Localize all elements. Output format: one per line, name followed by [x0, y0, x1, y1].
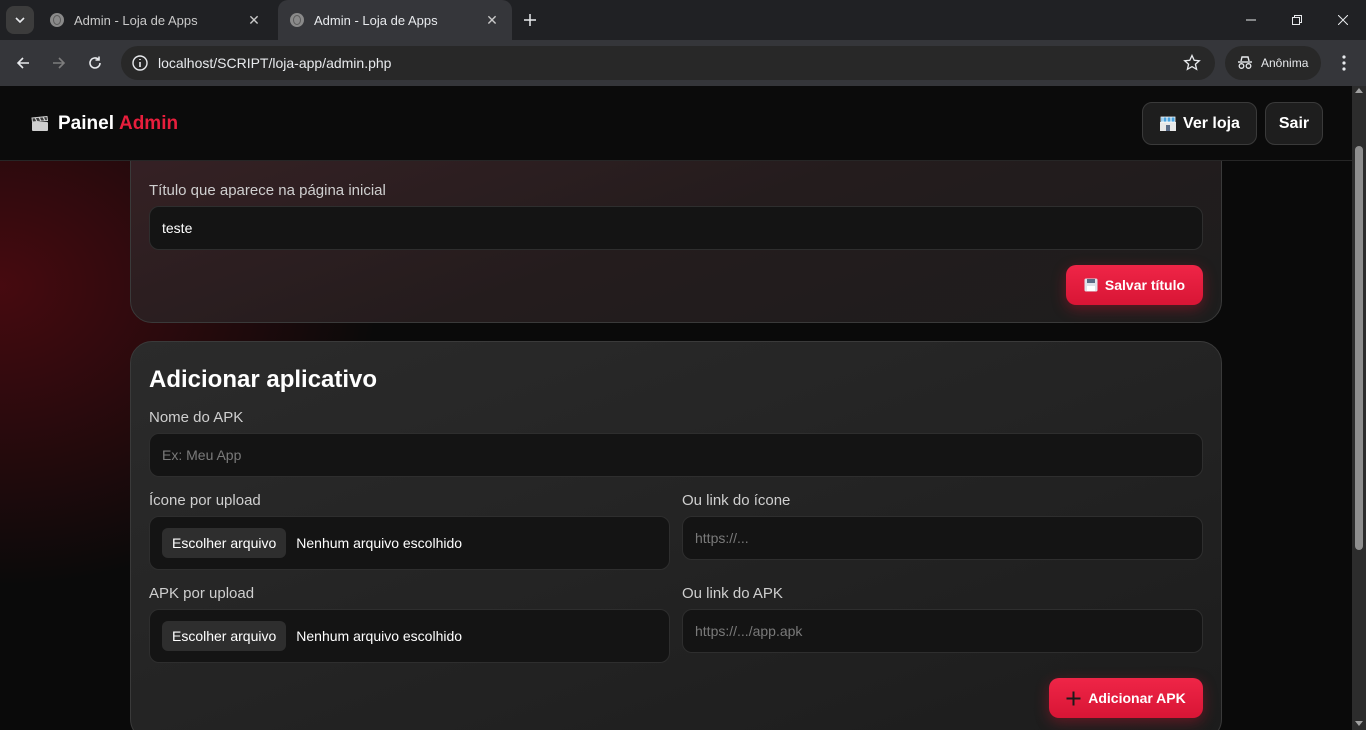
title-field-label: Título que aparece na página inicial [149, 182, 386, 199]
arrow-right-icon [53, 57, 66, 69]
homepage-title-input[interactable]: teste [149, 206, 1203, 250]
minimize-icon [1246, 19, 1256, 21]
page-scrollbar[interactable] [1352, 86, 1366, 730]
close-window-button[interactable] [1320, 0, 1366, 40]
reload-button[interactable] [81, 49, 109, 77]
new-tab-button[interactable] [518, 8, 542, 32]
tab-search-button[interactable] [6, 6, 34, 34]
plus-icon [524, 14, 536, 26]
icon-link-input[interactable]: https://... [682, 516, 1203, 560]
choose-apk-file-button[interactable]: Escolher arquivo [162, 621, 287, 651]
plus-icon [1066, 691, 1081, 705]
store-icon [1160, 116, 1177, 131]
view-store-label: Ver loja [1183, 114, 1240, 132]
clapperboard-icon [31, 116, 49, 131]
browser-toolbar: localhost/SCRIPT/loja-app/admin.php Anôn… [0, 40, 1366, 86]
add-app-card: Adicionar aplicativo Nome do APK Ex: Meu… [130, 341, 1222, 730]
incognito-label: Anônima [1261, 56, 1309, 70]
restore-button[interactable] [1274, 0, 1320, 40]
icon-file-input[interactable]: Escolher arquivo Nenhum arquivo escolhid… [149, 516, 670, 570]
tab-bar: Admin - Loja de Apps ✕ Admin - Loja de A… [0, 0, 1366, 40]
scroll-up-arrow-icon[interactable] [1355, 88, 1363, 93]
tab-admin-1[interactable]: Admin - Loja de Apps ✕ [38, 0, 274, 40]
apk-name-label: Nome do APK [149, 409, 244, 426]
save-title-label: Salvar título [1104, 277, 1186, 293]
apk-name-input[interactable]: Ex: Meu App [149, 433, 1203, 477]
globe-icon [50, 13, 64, 27]
incognito-icon [1238, 56, 1252, 69]
icon-link-label: Ou link do ícone [682, 492, 791, 509]
apk-file-status: Nenhum arquivo escolhido [296, 628, 463, 644]
brand-main-text: Painel [58, 113, 114, 134]
minimize-button[interactable] [1228, 0, 1274, 40]
brand-logo: Painel Admin [31, 113, 178, 135]
close-icon [1338, 15, 1348, 25]
admin-header: Painel Admin Ver loja Sair [0, 86, 1352, 161]
page-viewport: Título que aparece na página inicial tes… [0, 86, 1352, 730]
tab-title: Admin - Loja de Apps [314, 12, 438, 28]
restore-icon [1292, 15, 1302, 25]
apk-link-label: Ou link do APK [682, 585, 783, 602]
chevron-down-icon [15, 17, 25, 23]
back-button[interactable] [9, 49, 37, 77]
address-bar[interactable]: localhost/SCRIPT/loja-app/admin.php [121, 46, 1215, 80]
tab-admin-2[interactable]: Admin - Loja de Apps ✕ [278, 0, 512, 40]
tab-title: Admin - Loja de Apps [74, 12, 198, 28]
globe-icon [290, 13, 304, 27]
icon-upload-label: Ícone por upload [149, 492, 261, 509]
floppy-disk-icon [1084, 278, 1098, 292]
browser-menu-button[interactable] [1330, 49, 1358, 77]
add-apk-label: Adicionar APK [1088, 690, 1186, 706]
apk-file-input[interactable]: Escolher arquivo Nenhum arquivo escolhid… [149, 609, 670, 663]
choose-icon-file-button[interactable]: Escolher arquivo [162, 528, 287, 558]
apk-link-input[interactable]: https://.../app.apk [682, 609, 1203, 653]
scroll-thumb[interactable] [1355, 146, 1363, 550]
icon-file-status: Nenhum arquivo escolhido [296, 535, 463, 551]
forward-button[interactable] [45, 49, 73, 77]
more-vertical-icon [1342, 55, 1346, 71]
close-icon[interactable]: ✕ [246, 12, 262, 28]
add-apk-button[interactable]: Adicionar APK [1049, 678, 1203, 718]
reload-icon [89, 56, 101, 69]
apk-upload-label: APK por upload [149, 585, 255, 602]
brand-accent-text: Admin [118, 113, 179, 134]
logout-button[interactable]: Sair [1265, 102, 1323, 145]
view-store-button[interactable]: Ver loja [1142, 102, 1257, 145]
info-icon[interactable] [131, 54, 149, 72]
star-icon[interactable] [1183, 54, 1201, 72]
add-app-title: Adicionar aplicativo [149, 366, 378, 393]
arrow-left-icon [16, 57, 29, 69]
scroll-down-arrow-icon[interactable] [1355, 721, 1363, 726]
close-icon[interactable]: ✕ [484, 12, 500, 28]
url-text[interactable]: localhost/SCRIPT/loja-app/admin.php [158, 55, 391, 71]
save-title-button[interactable]: Salvar título [1066, 265, 1203, 305]
incognito-indicator[interactable]: Anônima [1225, 46, 1321, 80]
